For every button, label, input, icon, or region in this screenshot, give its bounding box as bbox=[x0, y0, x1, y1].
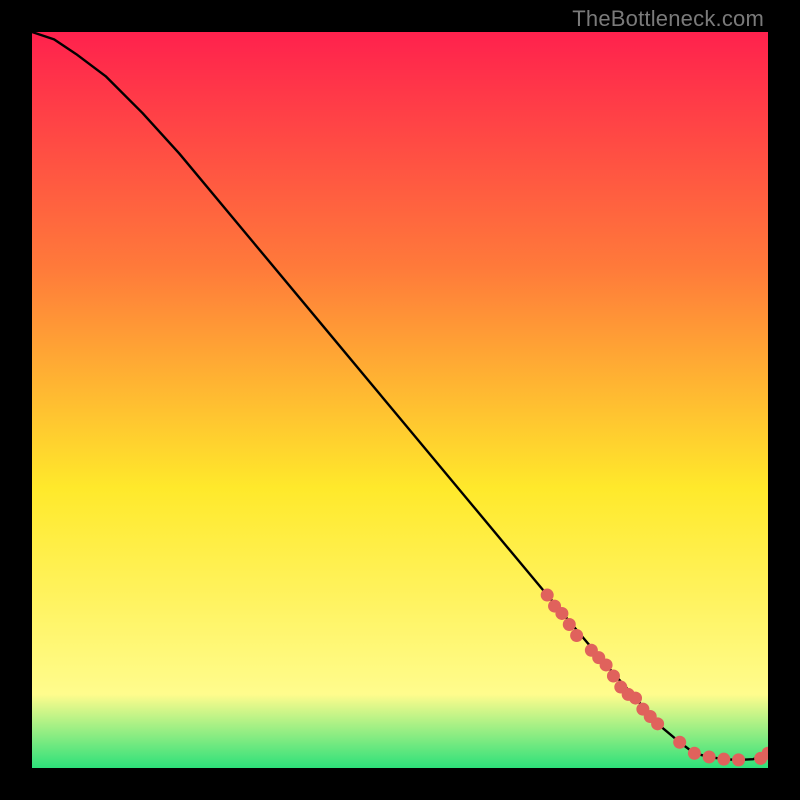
gradient-background bbox=[32, 32, 768, 768]
marker-point bbox=[703, 750, 716, 763]
marker-point bbox=[717, 753, 730, 766]
marker-point bbox=[555, 607, 568, 620]
marker-point bbox=[563, 618, 576, 631]
marker-point bbox=[651, 717, 664, 730]
marker-point bbox=[600, 658, 613, 671]
marker-point bbox=[688, 747, 701, 760]
marker-point bbox=[570, 629, 583, 642]
marker-point bbox=[607, 670, 620, 683]
marker-point bbox=[629, 692, 642, 705]
marker-point bbox=[732, 753, 745, 766]
marker-point bbox=[673, 736, 686, 749]
attribution-text: TheBottleneck.com bbox=[572, 6, 764, 32]
bottleneck-chart bbox=[32, 32, 768, 768]
chart-frame: TheBottleneck.com bbox=[0, 0, 800, 800]
marker-point bbox=[541, 589, 554, 602]
